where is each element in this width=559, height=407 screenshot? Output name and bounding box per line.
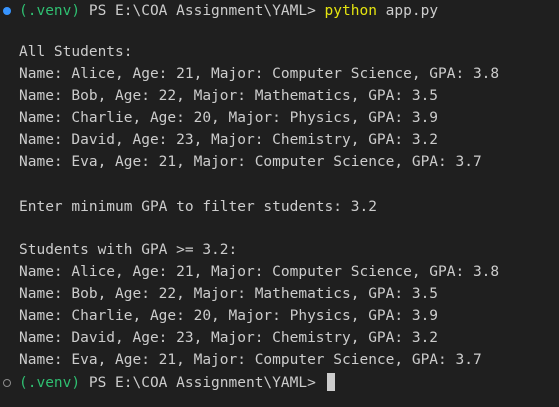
text-cursor	[326, 373, 335, 391]
prompt-path: PS E:\COA Assignment\YAML>	[80, 3, 325, 19]
command-name: python	[324, 3, 377, 19]
prompt-line: (.venv) PS E:\COA Assignment\YAML> pytho…	[19, 0, 438, 22]
filtered-students-heading: Students with GPA >= 3.2:	[19, 242, 238, 258]
output-line: Name: Alice, Age: 21, Major: Computer Sc…	[19, 66, 500, 82]
output-line: Name: Eva, Age: 21, Major: Computer Scie…	[19, 154, 482, 170]
output-line: Name: David, Age: 23, Major: Chemistry, …	[19, 132, 439, 148]
command-success-icon[interactable]	[3, 7, 11, 15]
output-line: Name: Charlie, Age: 20, Major: Physics, …	[19, 110, 439, 126]
prompt-line-current[interactable]: (.venv) PS E:\COA Assignment\YAML>	[19, 372, 335, 394]
output-line: Name: Charlie, Age: 20, Major: Physics, …	[19, 308, 439, 324]
all-students-heading: All Students:	[19, 44, 133, 60]
output-line: Name: Alice, Age: 21, Major: Computer Sc…	[19, 264, 500, 280]
command-idle-icon[interactable]	[3, 379, 11, 387]
terminal-panel[interactable]: (.venv) PS E:\COA Assignment\YAML> pytho…	[0, 0, 559, 407]
venv-label: (.venv)	[19, 3, 81, 19]
prompt-path: PS E:\COA Assignment\YAML>	[80, 375, 325, 391]
output-line: Name: Eva, Age: 21, Major: Computer Scie…	[19, 352, 482, 368]
output-line: Name: Bob, Age: 22, Major: Mathematics, …	[19, 88, 439, 104]
command-args: app.py	[376, 3, 439, 19]
output-line: Name: Bob, Age: 22, Major: Mathematics, …	[19, 286, 439, 302]
gpa-input-prompt: Enter minimum GPA to filter students: 3.…	[19, 199, 377, 215]
output-line: Name: David, Age: 23, Major: Chemistry, …	[19, 330, 439, 346]
venv-label: (.venv)	[19, 375, 81, 391]
